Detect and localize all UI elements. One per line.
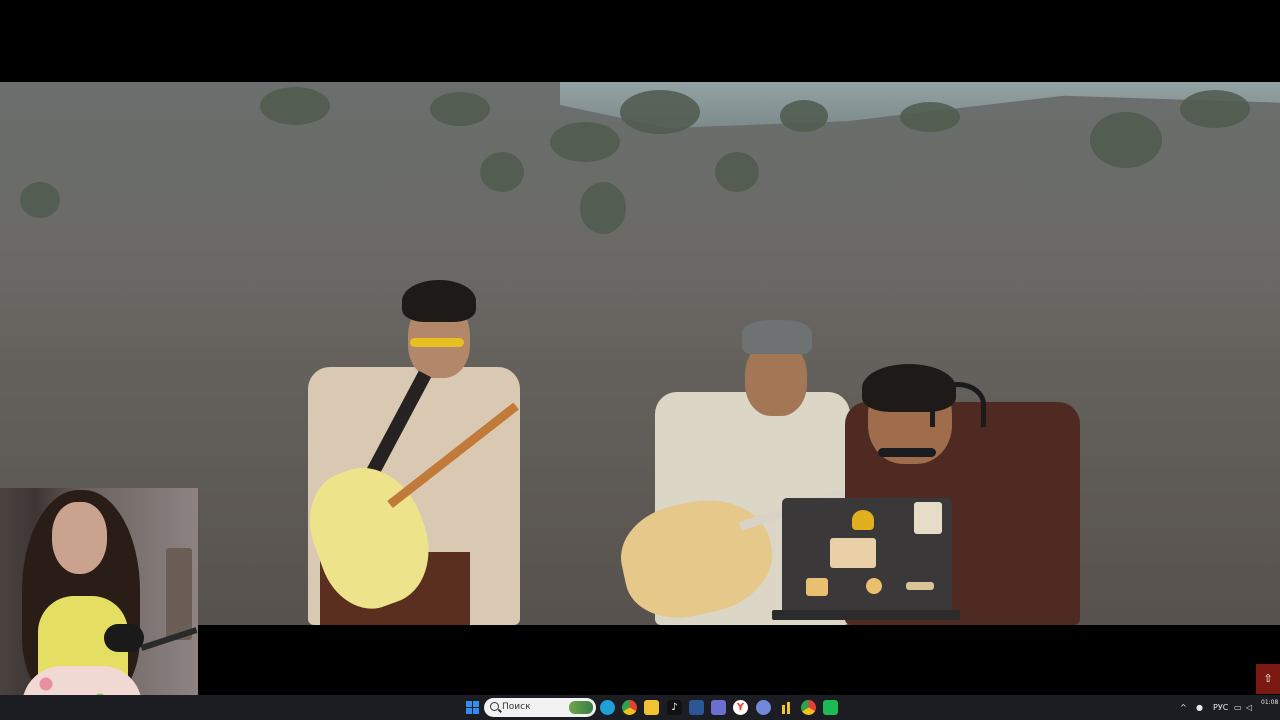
volume-icon[interactable]: ◁	[1246, 695, 1252, 720]
shrub	[550, 122, 620, 162]
search-box[interactable]: Поиск	[484, 698, 596, 717]
upload-icon: ⇧	[1263, 672, 1273, 685]
edge-icon[interactable]	[600, 700, 615, 715]
clock[interactable]: 01:08	[1261, 699, 1278, 707]
sticker	[914, 502, 942, 534]
sticker	[806, 578, 828, 596]
sticker	[852, 510, 874, 530]
shrub	[260, 87, 330, 125]
shrub	[480, 152, 524, 192]
shrub	[430, 92, 490, 126]
sunglasses	[878, 448, 936, 457]
shrub	[580, 182, 626, 234]
shrub	[715, 152, 759, 192]
windows-start-icon[interactable]	[465, 700, 480, 715]
search-icon	[490, 702, 499, 711]
headphones	[930, 382, 986, 427]
streamer-face	[52, 502, 107, 574]
sunglasses	[410, 338, 464, 347]
search-placeholder: Поиск	[502, 702, 531, 712]
upload-notification[interactable]: ⇧	[1256, 664, 1280, 694]
shrub	[20, 182, 60, 218]
language-indicator[interactable]: РУС	[1213, 695, 1228, 720]
webcam-overlay	[0, 488, 198, 720]
chevron-up-icon[interactable]: ^	[1180, 695, 1187, 720]
search-highlight-image	[569, 701, 593, 714]
spotify-icon[interactable]	[823, 700, 838, 715]
sticker	[866, 578, 882, 594]
sticker	[906, 582, 934, 590]
shrub	[1090, 112, 1162, 168]
file-explorer-icon[interactable]	[644, 700, 659, 715]
microphone-icon[interactable]: ●	[1196, 695, 1203, 720]
yandex-icon[interactable]: Y	[733, 700, 748, 715]
app-icon[interactable]	[689, 700, 704, 715]
discord-icon[interactable]	[756, 700, 771, 715]
microphone	[104, 624, 144, 652]
stats-icon[interactable]	[779, 700, 794, 715]
network-icon[interactable]: ▭	[1234, 695, 1242, 720]
laptop-base	[772, 610, 960, 620]
chrome-icon[interactable]	[622, 700, 637, 715]
teams-icon[interactable]	[711, 700, 726, 715]
hair	[402, 280, 476, 322]
cap	[742, 320, 812, 354]
tiktok-icon[interactable]: ♪	[667, 700, 682, 715]
sticker	[830, 538, 876, 568]
shrub	[1180, 90, 1250, 128]
background-shelf	[166, 548, 192, 640]
shrub	[620, 90, 700, 134]
chrome-alt-icon[interactable]	[801, 700, 816, 715]
taskbar: Поиск ♪ Y ^ ● РУС ▭ ◁ 01:08	[0, 695, 1280, 720]
shrub	[780, 100, 828, 132]
shrub	[900, 102, 960, 132]
